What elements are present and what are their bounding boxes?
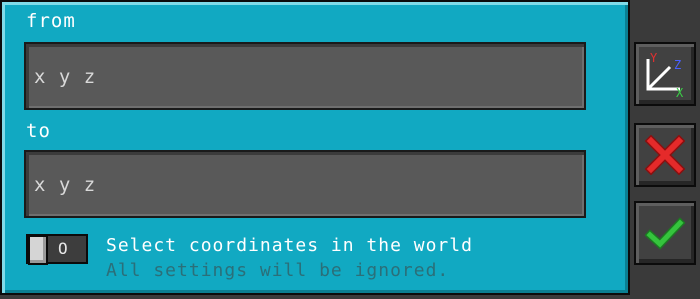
to-field-value: x y z (34, 174, 97, 196)
from-label: from (26, 10, 76, 32)
axes-icon: Y Z X (646, 51, 684, 99)
cancel-button[interactable] (634, 123, 696, 187)
settings-ignored-note: All settings will be ignored. (106, 260, 450, 281)
toggle-knob (28, 235, 48, 265)
from-field[interactable]: x y z (24, 42, 586, 110)
to-label: to (26, 120, 51, 142)
select-in-world-toggle[interactable]: O (26, 234, 88, 265)
axis-x-letter: X (676, 86, 684, 99)
coordinate-dialog: from x y z to x y z O Select coordinates… (0, 0, 630, 295)
from-field-value: x y z (34, 66, 97, 88)
axis-y-letter: Y (650, 51, 658, 65)
axis-z-letter: Z (674, 58, 681, 72)
to-field[interactable]: x y z (24, 150, 586, 218)
confirm-button[interactable] (634, 201, 696, 265)
checkmark-icon (645, 217, 685, 250)
select-coordinates-label: Select coordinates in the world (106, 235, 473, 256)
axes-button[interactable]: Y Z X (634, 42, 696, 106)
toggle-state-label: O (58, 239, 68, 258)
close-icon (645, 135, 685, 175)
